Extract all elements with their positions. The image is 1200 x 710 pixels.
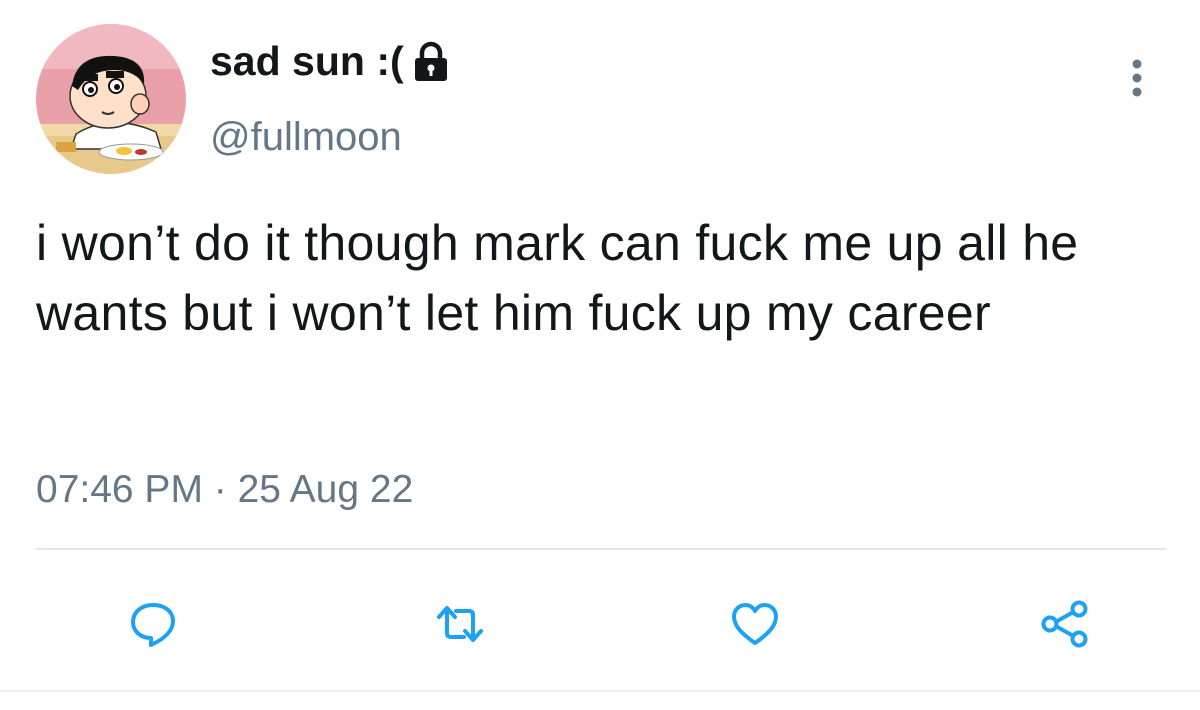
tweet-timestamp[interactable]: 07:46 PM · 25 Aug 22 [36,468,413,512]
display-name[interactable]: sad sun :( [210,38,450,85]
display-name-text: sad sun :( [210,38,404,84]
tweet-text: i won’t do it though mark can fuck me up… [36,215,1079,341]
reply-button[interactable] [126,597,180,651]
share-icon [1041,600,1088,648]
avatar[interactable] [36,24,186,174]
comment-icon [131,603,175,647]
more-options-icon[interactable] [1122,58,1152,98]
retweet-icon [437,606,483,642]
avatar-image [36,24,186,174]
bottom-divider [0,690,1200,692]
user-handle[interactable]: @fullmoon [210,115,402,160]
lock-icon [412,41,450,83]
tweet-card: sad sun :( @fullmoon i won’t do it thoug… [0,0,1200,710]
retweet-button[interactable] [433,597,487,651]
share-button[interactable] [1038,597,1092,651]
divider [36,548,1166,550]
like-button[interactable] [728,597,782,651]
heart-icon [732,603,778,645]
